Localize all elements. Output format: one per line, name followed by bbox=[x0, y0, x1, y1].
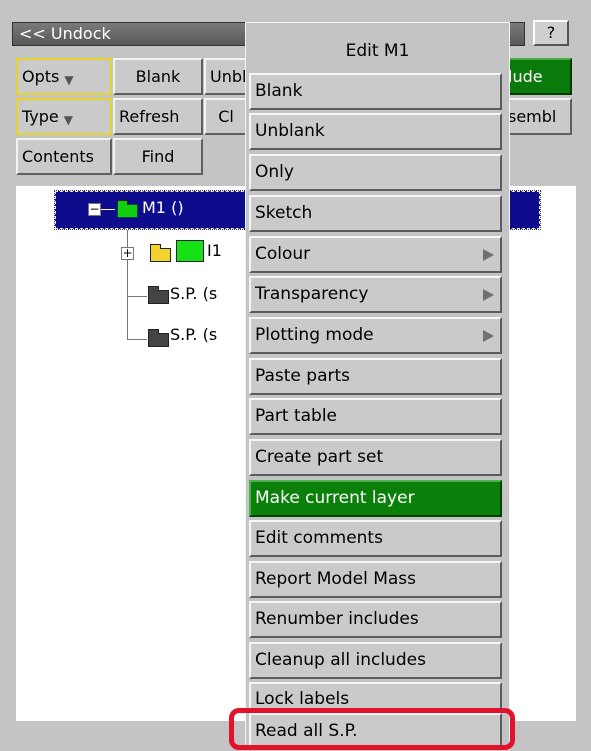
expand-icon[interactable]: + bbox=[121, 247, 134, 260]
contents-button[interactable]: Contents bbox=[16, 138, 112, 175]
help-button[interactable]: ? bbox=[533, 20, 569, 46]
include-folder-icon bbox=[150, 244, 171, 262]
menu-item-edit-comments[interactable]: Edit comments bbox=[249, 520, 502, 557]
tree-model-label[interactable]: M1 () bbox=[142, 198, 184, 217]
menu-item-lock-labels[interactable]: Lock labels bbox=[249, 682, 502, 710]
tree-include-label[interactable]: I1 bbox=[207, 241, 222, 260]
submenu-arrow-icon bbox=[483, 249, 494, 261]
opts-label: Opts bbox=[22, 67, 60, 86]
menu-title: Edit M1 bbox=[249, 26, 506, 76]
menu-item-cleanup-all-includes[interactable]: Cleanup all includes bbox=[249, 642, 502, 679]
include-button[interactable]: lude bbox=[502, 58, 572, 95]
find-button[interactable]: Find bbox=[113, 138, 203, 175]
type-button[interactable]: Type ▼ bbox=[16, 98, 112, 135]
blank-button[interactable]: Blank bbox=[113, 58, 203, 95]
menu-item-colour[interactable]: Colour bbox=[249, 236, 502, 273]
menu-item-blank[interactable]: Blank bbox=[249, 73, 502, 110]
unblank-button[interactable]: Unbl bbox=[204, 58, 248, 95]
tree-connector bbox=[101, 209, 115, 210]
tree-sp-label[interactable]: S.P. (s bbox=[170, 284, 217, 303]
menu-item-label: Colour bbox=[255, 244, 311, 264]
sp-folder-icon bbox=[148, 286, 169, 304]
refresh-button[interactable]: Refresh bbox=[113, 98, 203, 135]
menu-item-label: Plotting mode bbox=[255, 325, 374, 345]
model-folder-icon bbox=[117, 200, 138, 218]
menu-item-make-current-layer[interactable]: Make current layer bbox=[249, 480, 502, 517]
menu-item-label: Transparency bbox=[255, 284, 369, 304]
undock-label[interactable]: << Undock bbox=[19, 24, 111, 43]
sp-folder-icon bbox=[148, 329, 169, 347]
menu-item-only[interactable]: Only bbox=[249, 154, 502, 191]
tree-connector bbox=[127, 339, 147, 340]
menu-item-part-table[interactable]: Part table bbox=[249, 398, 502, 435]
menu-item-transparency[interactable]: Transparency bbox=[249, 276, 502, 313]
dropdown-triangle-icon: ▼ bbox=[64, 73, 74, 87]
dropdown-triangle-icon: ▼ bbox=[63, 113, 73, 127]
menu-item-paste-parts[interactable]: Paste parts bbox=[249, 358, 502, 395]
assembly-button[interactable]: sembl bbox=[502, 98, 572, 135]
tree-sp-label[interactable]: S.P. (s bbox=[170, 325, 217, 344]
opts-button[interactable]: Opts ▼ bbox=[16, 58, 112, 95]
menu-item-unblank[interactable]: Unblank bbox=[249, 113, 502, 150]
submenu-arrow-icon bbox=[483, 330, 494, 342]
menu-item-create-part-set[interactable]: Create part set bbox=[249, 439, 502, 476]
include-colour-swatch bbox=[176, 240, 204, 262]
menu-item-report-model-mass[interactable]: Report Model Mass bbox=[249, 561, 502, 598]
menu-item-plotting-mode[interactable]: Plotting mode bbox=[249, 317, 502, 354]
type-label: Type bbox=[22, 107, 59, 126]
submenu-arrow-icon bbox=[483, 289, 494, 301]
collapse-icon[interactable]: − bbox=[88, 203, 101, 216]
tree-connector bbox=[127, 296, 147, 297]
highlight-callout bbox=[229, 708, 515, 750]
clear-button[interactable]: Cl bbox=[204, 98, 248, 135]
menu-item-renumber-includes[interactable]: Renumber includes bbox=[249, 601, 502, 638]
menu-item-sketch[interactable]: Sketch bbox=[249, 195, 502, 232]
